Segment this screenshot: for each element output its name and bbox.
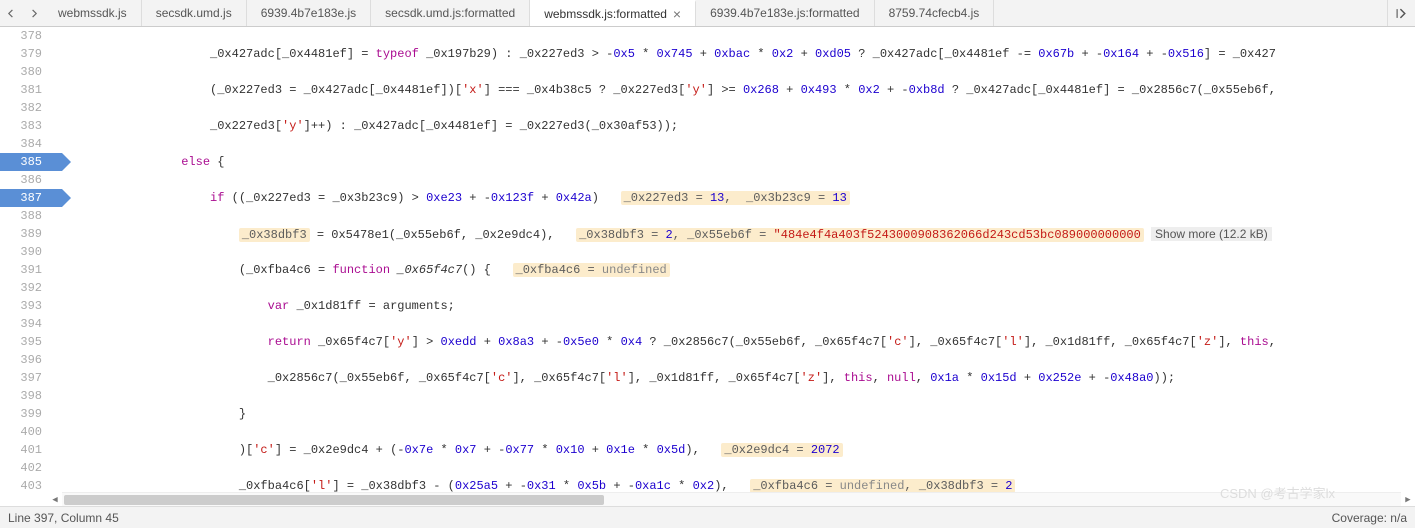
tab-6939[interactable]: 6939.4b7e183e.js xyxy=(247,0,371,26)
cursor-position: Line 397, Column 45 xyxy=(8,511,119,525)
horizontal-scrollbar[interactable]: ◀ ▶ xyxy=(62,492,1401,506)
inline-hint[interactable]: _0x2e9dc4 = 2072 xyxy=(721,443,842,457)
scrollbar-thumb[interactable] xyxy=(64,495,604,505)
code-editor[interactable]: 3783793803813823833843853863873883893903… xyxy=(0,27,1415,506)
line-gutter: 3783793803813823833843853863873883893903… xyxy=(0,27,62,506)
inline-hint[interactable]: _0x38dbf3 = 2, _0x55eb6f = "484e4f4a403f… xyxy=(576,228,1144,242)
tab-8759[interactable]: 8759.74cfecb4.js xyxy=(875,0,995,26)
breakpoint-385[interactable]: 385 xyxy=(0,153,62,171)
tab-nav-prev[interactable] xyxy=(0,0,22,26)
tab-webmssdk[interactable]: webmssdk.js xyxy=(44,0,142,26)
tab-nav-next[interactable] xyxy=(22,0,44,26)
inline-hint[interactable]: _0xfba4c6 = undefined xyxy=(513,263,670,277)
tab-secsdk-formatted[interactable]: secsdk.umd.js:formatted xyxy=(371,0,530,26)
tab-secsdk[interactable]: secsdk.umd.js xyxy=(142,0,247,26)
inline-hint[interactable]: _0x38dbf3 xyxy=(239,228,310,242)
scroll-left-icon[interactable]: ◀ xyxy=(48,493,62,506)
status-bar: Line 397, Column 45 Coverage: n/a xyxy=(0,506,1415,528)
code-area[interactable]: _0x427adc[_0x4481ef] = typeof _0x197b29)… xyxy=(62,27,1415,506)
inline-hint[interactable]: _0xfba4c6 = undefined, _0x38dbf3 = 2 xyxy=(750,479,1015,493)
tab-6939-formatted[interactable]: 6939.4b7e183e.js:formatted xyxy=(696,0,874,26)
tab-overflow-button[interactable] xyxy=(1387,0,1415,26)
coverage-status: Coverage: n/a xyxy=(1332,511,1407,525)
close-icon[interactable]: × xyxy=(673,7,681,21)
tab-bar: webmssdk.js secsdk.umd.js 6939.4b7e183e.… xyxy=(0,0,1415,27)
tab-webmssdk-formatted[interactable]: webmssdk.js:formatted× xyxy=(530,0,696,26)
breakpoint-387[interactable]: 387 xyxy=(0,189,62,207)
show-more-button[interactable]: Show more (12.2 kB) xyxy=(1151,227,1272,241)
inline-hint[interactable]: _0x227ed3 = 13, _0x3b23c9 = 13 xyxy=(621,191,850,205)
scroll-right-icon[interactable]: ▶ xyxy=(1401,493,1415,506)
